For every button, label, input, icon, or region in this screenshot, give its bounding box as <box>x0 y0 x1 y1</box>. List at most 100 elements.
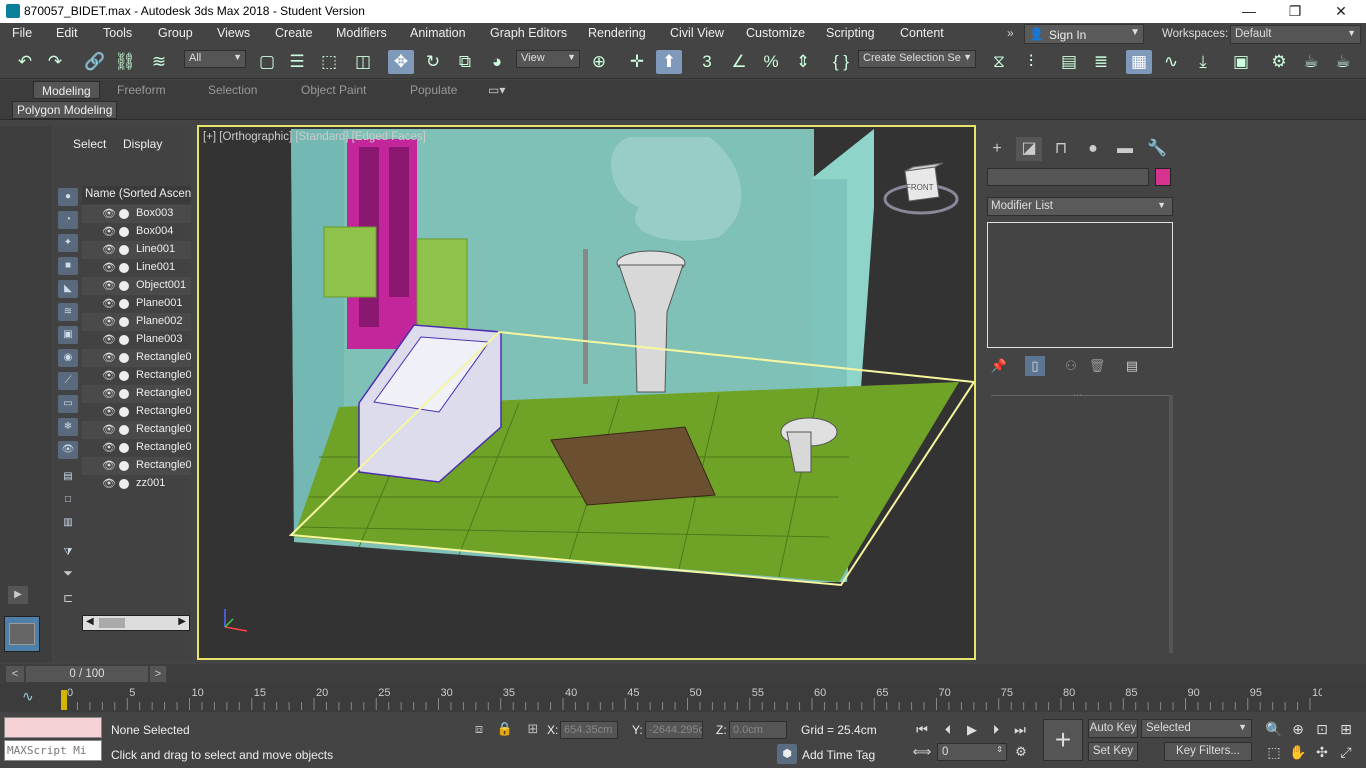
scene-explorer-select-menu[interactable]: Select <box>73 137 106 151</box>
bind-spacewarp-icon[interactable]: ≋ <box>146 50 172 74</box>
auto-key-button[interactable]: Auto Key <box>1088 719 1138 738</box>
select-scale-icon[interactable]: ⧉ <box>452 50 478 74</box>
menu-scripting[interactable]: Scripting <box>826 26 875 40</box>
create-tab-icon[interactable]: + <box>984 137 1010 161</box>
tab-populate[interactable]: Populate <box>410 83 457 97</box>
scene-explorer-icon[interactable]: ▦ <box>1126 50 1152 74</box>
named-selection-select[interactable]: Create Selection Se ▼ <box>858 50 976 68</box>
ribbon-options-icon[interactable]: ▭▾ <box>488 83 505 97</box>
freeze-toggle-icon[interactable] <box>119 335 129 345</box>
zoom-icon[interactable]: 🔍 <box>1264 719 1284 739</box>
freeze-toggle-icon[interactable] <box>119 281 129 291</box>
scene-object-row[interactable]: 👁 Rectangle0 <box>82 439 191 457</box>
filter-groups-icon[interactable]: ▣ <box>58 326 78 344</box>
perspective-viewport[interactable]: FRONT [+] [Orthographic] [Standard] [Edg… <box>197 125 976 660</box>
close-button[interactable]: ✕ <box>1318 0 1364 23</box>
orbit-icon[interactable]: ✣ <box>1312 742 1332 762</box>
goto-end-icon[interactable]: ⏭ <box>1010 721 1030 739</box>
next-frame-button[interactable]: > <box>150 666 166 682</box>
scene-object-row[interactable]: 👁 zz001 <box>82 475 191 493</box>
maxscript-listener[interactable]: MAXScript Mi <box>4 717 102 761</box>
visibility-eye-icon[interactable]: 👁 <box>102 333 116 346</box>
freeze-toggle-icon[interactable] <box>119 479 129 489</box>
filter-spacewarps-icon[interactable]: ≋ <box>58 303 78 321</box>
selection-lock-icon[interactable]: 🔒 <box>496 721 514 739</box>
display-all-icon[interactable]: ▤ <box>58 468 78 486</box>
undo-icon[interactable]: ↶ <box>12 50 38 74</box>
scene-object-row[interactable]: 👁 Rectangle0 <box>82 457 191 475</box>
layer-explorer-icon[interactable]: ▤ <box>1056 50 1082 74</box>
remove-modifier-icon[interactable]: 🗑 <box>1087 356 1107 376</box>
viewcube[interactable]: FRONT <box>883 162 959 215</box>
sign-in-button[interactable]: 👤 Sign In ▼ <box>1024 24 1144 44</box>
selection-filter-select[interactable]: All ▼ <box>184 50 246 68</box>
render-icon[interactable]: ☕ <box>1330 50 1356 74</box>
current-frame-field[interactable]: 0 ⇕ <box>937 743 1007 761</box>
scene-object-row[interactable]: 👁 Plane001 <box>82 295 191 313</box>
menu-graph-editors[interactable]: Graph Editors <box>490 26 567 40</box>
goto-start-icon[interactable]: ⏮ <box>912 721 932 739</box>
pivot-center-icon[interactable]: ⊕ <box>586 50 612 74</box>
angle-snap-icon[interactable]: ∠ <box>726 50 752 74</box>
select-object-icon[interactable]: ▢ <box>254 50 280 74</box>
current-frame-marker[interactable] <box>61 690 67 710</box>
menu-create[interactable]: Create <box>275 26 313 40</box>
find-icon[interactable]: ⧩ <box>58 544 78 562</box>
make-unique-icon[interactable]: ⚇ <box>1061 356 1081 376</box>
filter-xrefs-icon[interactable]: ◉ <box>58 349 78 367</box>
command-panel-scrollbar[interactable] <box>1169 395 1173 653</box>
scrollbar-thumb[interactable] <box>99 618 125 628</box>
pin-stack-icon[interactable]: 📌 <box>989 356 1009 376</box>
scene-object-row[interactable]: 👁 Plane003 <box>82 331 191 349</box>
freeze-toggle-icon[interactable] <box>119 443 129 453</box>
freeze-toggle-icon[interactable] <box>119 227 129 237</box>
filter-hidden-icon[interactable]: 👁 <box>58 441 78 459</box>
scene-object-row[interactable]: 👁 Rectangle0 <box>82 385 191 403</box>
visibility-eye-icon[interactable]: 👁 <box>102 351 116 364</box>
visibility-eye-icon[interactable]: 👁 <box>102 315 116 328</box>
visibility-eye-icon[interactable]: 👁 <box>102 405 116 418</box>
isolate-selection-icon[interactable]: ⧈ <box>470 721 488 739</box>
set-keys-button[interactable]: + <box>1043 719 1083 761</box>
zoom-extents-icon[interactable]: ⊡ <box>1312 719 1332 739</box>
menu-content[interactable]: Content <box>900 26 944 40</box>
freeze-toggle-icon[interactable] <box>119 245 129 255</box>
horizontal-scrollbar[interactable]: ◀ ▶ <box>82 615 190 631</box>
select-move-icon[interactable]: ✥ <box>388 50 414 74</box>
modifier-list-select[interactable]: Modifier List ▼ <box>987 197 1173 216</box>
menu-customize[interactable]: Customize <box>746 26 805 40</box>
show-end-result-icon[interactable]: ▯ <box>1025 356 1045 376</box>
redo-icon[interactable]: ↷ <box>42 50 68 74</box>
y-coordinate-field[interactable]: -2644.295c <box>645 721 703 739</box>
menu-group[interactable]: Group <box>158 26 193 40</box>
mirror-icon[interactable]: ⧖ <box>986 50 1012 74</box>
select-rotate-icon[interactable]: ↻ <box>420 50 446 74</box>
freeze-toggle-icon[interactable] <box>119 425 129 435</box>
viewport-scene[interactable]: FRONT <box>199 127 974 658</box>
freeze-toggle-icon[interactable] <box>119 299 129 309</box>
rect-selection-icon[interactable]: ⬚ <box>316 50 342 74</box>
absolute-mode-icon[interactable]: ⊞ <box>524 721 542 739</box>
visibility-eye-icon[interactable]: 👁 <box>102 297 116 310</box>
scene-object-row[interactable]: 👁 Line001 <box>82 241 191 259</box>
freeze-toggle-icon[interactable] <box>119 353 129 363</box>
menu-modifiers[interactable]: Modifiers <box>336 26 387 40</box>
viewport-label-menu[interactable]: [+] [Orthographic] [Standard] [Edged Fac… <box>203 131 426 143</box>
rendered-frame-icon[interactable]: ☕ <box>1298 50 1324 74</box>
next-frame-icon[interactable]: ⏵ <box>986 721 1006 739</box>
minimize-button[interactable]: — <box>1226 0 1272 23</box>
display-tab-icon[interactable]: ▬ <box>1112 137 1138 161</box>
display-none-icon[interactable]: □ <box>58 491 78 509</box>
modifier-stack[interactable] <box>987 222 1173 348</box>
object-color-swatch[interactable] <box>1155 168 1171 186</box>
menu-edit[interactable]: Edit <box>56 26 78 40</box>
link-icon[interactable]: 🔗 <box>82 50 108 74</box>
menu-rendering[interactable]: Rendering <box>588 26 646 40</box>
viewport-layout-tab[interactable] <box>4 616 40 652</box>
menu-overflow-icon[interactable]: » <box>1007 26 1014 40</box>
render-setup-icon[interactable]: ⚙ <box>1266 50 1292 74</box>
visibility-eye-icon[interactable]: 👁 <box>102 243 116 256</box>
freeze-toggle-icon[interactable] <box>119 317 129 327</box>
x-coordinate-field[interactable]: 654.35cm <box>560 721 618 739</box>
scene-object-row[interactable]: 👁 Rectangle0 <box>82 367 191 385</box>
